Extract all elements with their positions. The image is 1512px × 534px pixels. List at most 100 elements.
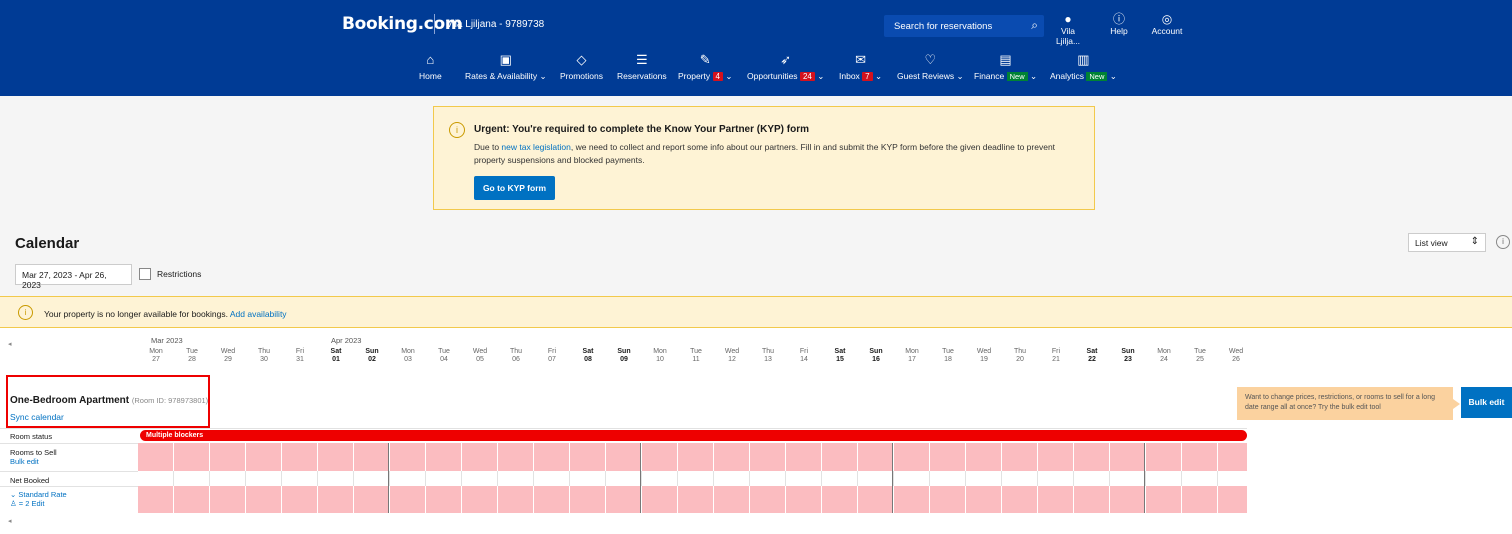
day-column-header: Wed 29: [210, 348, 246, 364]
heart-icon: ♡: [924, 52, 937, 67]
day-number: 05: [476, 356, 484, 363]
view-select[interactable]: List view ⇕: [1408, 233, 1486, 252]
day-of-week: Thu: [761, 348, 775, 355]
nav-rates-availability[interactable]: ▣ Rates & Availability ⌄: [465, 51, 547, 82]
help-button[interactable]: ⓘ Help: [1099, 12, 1139, 36]
day-of-week: Wed: [724, 348, 740, 355]
day-column-header: Wed 05: [462, 348, 498, 364]
day-of-week: Thu: [257, 348, 271, 355]
nav-reservations[interactable]: ☰ Reservations: [617, 51, 667, 81]
room-status-label: Room status: [10, 432, 53, 441]
rate-occupancy-edit[interactable]: ♙ = 2 Edit: [10, 499, 44, 508]
brand-separator: [434, 14, 435, 34]
day-of-week: Sun: [869, 348, 883, 355]
nav-finance[interactable]: ▤ Finance New ⌄: [974, 51, 1037, 82]
day-of-week: Tue: [1194, 348, 1206, 355]
user-menu[interactable]: ● Vila Ljilja...: [1048, 12, 1088, 46]
go-to-kyp-button[interactable]: Go to KYP form: [474, 176, 555, 200]
day-of-week: Tue: [438, 348, 450, 355]
day-of-week: Fri: [1051, 348, 1061, 355]
day-number: 02: [368, 356, 376, 363]
standard-rate-label[interactable]: ⌄ Standard Rate ♙ = 2 Edit: [10, 490, 67, 508]
day-number: 12: [728, 356, 736, 363]
help-label: Help: [1110, 26, 1128, 36]
day-number: 15: [836, 356, 844, 363]
day-number: 11: [692, 356, 700, 363]
day-of-week: Mon: [905, 348, 919, 355]
nav-promotions[interactable]: ◇ Promotions: [560, 51, 603, 81]
bar-chart-icon: ▥: [1077, 52, 1090, 67]
day-number: 23: [1124, 356, 1132, 363]
rooms-to-sell-label: Rooms to Sell Bulk edit: [10, 448, 57, 466]
day-column-header: Tue 11: [678, 348, 714, 364]
nav-guest-reviews[interactable]: ♡ Guest Reviews ⌄: [897, 51, 964, 82]
day-of-week: Sun: [365, 348, 379, 355]
month-label: Mar 2023: [151, 336, 183, 345]
day-column-header: Sun 09: [606, 348, 642, 364]
date-range-picker[interactable]: Mar 27, 2023 - Apr 26, 2023: [15, 264, 132, 290]
restrictions-checkbox[interactable]: [139, 268, 151, 280]
scroll-left-icon[interactable]: ◂: [8, 340, 12, 348]
net-booked-label: Net Booked: [10, 476, 50, 485]
room-name: One-Bedroom Apartment (Room ID: 97897380…: [10, 395, 209, 406]
kyp-alert: i Urgent: You're required to complete th…: [433, 106, 1095, 210]
day-number: 21: [1052, 356, 1060, 363]
inbox-badge: 7: [862, 72, 873, 81]
day-number: 07: [548, 356, 556, 363]
day-number: 09: [620, 356, 628, 363]
account-button[interactable]: ◎ Account: [1147, 12, 1187, 36]
add-availability-link[interactable]: Add availability: [230, 309, 287, 319]
sync-calendar-link[interactable]: Sync calendar: [10, 412, 64, 422]
nav-property[interactable]: ✎ Property 4 ⌄: [678, 51, 732, 82]
day-number: 27: [152, 356, 160, 363]
day-of-week: Tue: [690, 348, 702, 355]
scroll-left-icon[interactable]: ◂: [8, 517, 12, 525]
room-id: (Room ID: 978973801): [131, 396, 209, 405]
nav-inbox[interactable]: ✉ Inbox 7 ⌄: [839, 51, 882, 82]
brand-logo[interactable]: Booking.com: [342, 14, 463, 34]
nav-analytics[interactable]: ▥ Analytics New ⌄: [1050, 51, 1117, 82]
document-icon: ▤: [999, 52, 1012, 67]
day-column-header: Fri 21: [1038, 348, 1074, 364]
day-number: 26: [1232, 356, 1240, 363]
month-label: Apr 2023: [331, 336, 362, 345]
day-number: 16: [872, 356, 880, 363]
bulk-edit-button[interactable]: Bulk edit: [1461, 387, 1512, 418]
week-separator: [892, 443, 893, 513]
day-number: 20: [1016, 356, 1024, 363]
tax-legislation-link[interactable]: new tax legislation: [501, 142, 570, 152]
nav-opportunities[interactable]: ➶ Opportunities 24 ⌄: [747, 51, 824, 82]
day-column-header: Thu 13: [750, 348, 786, 364]
day-of-week: Thu: [509, 348, 523, 355]
day-column-header: Fri 14: [786, 348, 822, 364]
day-number: 01: [332, 356, 340, 363]
standard-rate-cells[interactable]: [138, 486, 1247, 513]
bulk-edit-link[interactable]: Bulk edit: [10, 457, 39, 466]
day-column-header: Fri 07: [534, 348, 570, 364]
availability-notice: i Your property is no longer available f…: [0, 296, 1512, 328]
day-of-week: Mon: [653, 348, 667, 355]
search-icon[interactable]: ⌕: [1031, 18, 1038, 33]
day-of-week: Sun: [1121, 348, 1135, 355]
day-number: 10: [656, 356, 664, 363]
page-title: Calendar: [15, 235, 80, 252]
account-icon: ◎: [1161, 12, 1173, 26]
nav-home[interactable]: ⌂ Home: [419, 51, 442, 81]
mail-icon: ✉: [855, 52, 866, 67]
day-of-week: Fri: [547, 348, 557, 355]
info-icon[interactable]: i: [1496, 235, 1510, 249]
search-input[interactable]: Search for reservations ⌕: [884, 15, 1044, 37]
day-number: 25: [1196, 356, 1204, 363]
calendar-icon: ▣: [499, 52, 512, 67]
day-column-header: Sat 15: [822, 348, 858, 364]
day-number: 19: [980, 356, 988, 363]
week-separator: [388, 443, 389, 513]
day-number: 14: [800, 356, 808, 363]
multiple-blockers-bar[interactable]: Multiple blockers: [140, 430, 1247, 441]
day-column-header: Mon 17: [894, 348, 930, 364]
day-number: 22: [1088, 356, 1096, 363]
day-column-header: Wed 26: [1218, 348, 1254, 364]
restrictions-label: Restrictions: [157, 269, 202, 279]
rooms-to-sell-cells[interactable]: [138, 443, 1247, 471]
day-column-header: Sat 01: [318, 348, 354, 364]
